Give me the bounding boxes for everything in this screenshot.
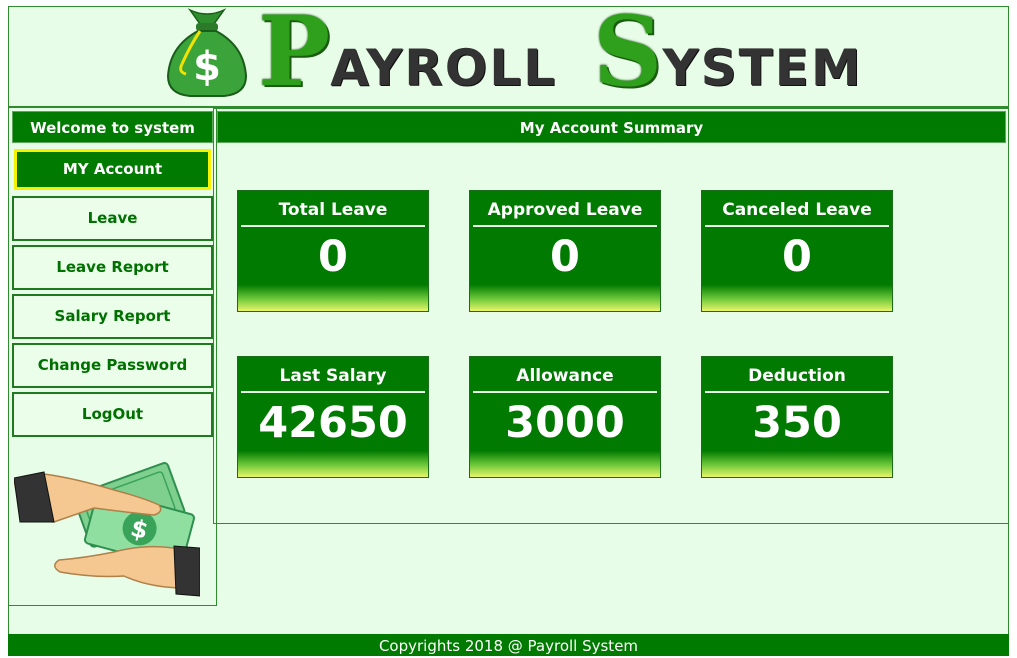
footer-copyright: Copyrights 2018 @ Payroll System xyxy=(8,634,1009,656)
sidebar-item-leave-report[interactable]: Leave Report xyxy=(12,245,213,290)
title-letter-s: S xyxy=(593,0,663,108)
title-letter-p: P xyxy=(258,0,331,108)
card-label: Canceled Leave xyxy=(705,191,889,227)
card-last-salary: Last Salary 42650 xyxy=(237,356,429,478)
card-value: 42650 xyxy=(258,398,408,448)
sidebar-item-my-account[interactable]: MY Account xyxy=(14,149,211,190)
money-bag-icon: $ xyxy=(166,8,248,97)
card-value: 350 xyxy=(752,398,842,448)
card-total-leave: Total Leave 0 xyxy=(237,190,429,312)
summary-title: My Account Summary xyxy=(217,111,1006,143)
card-approved-leave: Approved Leave 0 xyxy=(469,190,661,312)
card-value: 0 xyxy=(318,232,348,282)
welcome-banner: Welcome to system xyxy=(12,111,213,143)
sidebar-item-leave[interactable]: Leave xyxy=(12,196,213,241)
card-value: 0 xyxy=(550,232,580,282)
hands-money-icon: $ xyxy=(14,462,200,597)
card-allowance: Allowance 3000 xyxy=(469,356,661,478)
svg-text:$: $ xyxy=(193,44,221,90)
card-label: Total Leave xyxy=(241,191,425,227)
title-word-system: YSTEM xyxy=(662,39,863,97)
card-value: 0 xyxy=(782,232,812,282)
card-label: Deduction xyxy=(705,357,889,393)
card-value: 3000 xyxy=(505,398,625,448)
sidebar-item-salary-report[interactable]: Salary Report xyxy=(12,294,213,339)
card-label: Approved Leave xyxy=(473,191,657,227)
card-label: Allowance xyxy=(473,357,657,393)
card-deduction: Deduction 350 xyxy=(701,356,893,478)
sidebar-item-logout[interactable]: LogOut xyxy=(12,392,213,437)
sidebar-item-change-password[interactable]: Change Password xyxy=(12,343,213,388)
card-canceled-leave: Canceled Leave 0 xyxy=(701,190,893,312)
app-title: PAYROLL SYSTEM xyxy=(258,4,878,100)
title-word-payroll: AYROLL xyxy=(330,39,558,97)
card-label: Last Salary xyxy=(241,357,425,393)
